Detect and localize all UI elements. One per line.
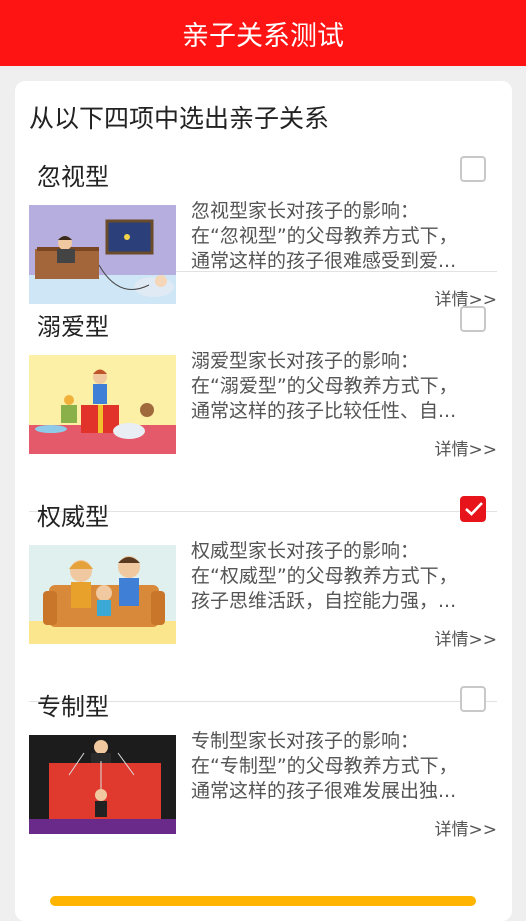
authoritarian-illustration — [29, 735, 176, 834]
page-title: 亲子关系测试 — [182, 20, 344, 52]
top-bar: 亲子关系测试 — [0, 0, 526, 66]
option-description: 专制型家长对孩子的影响： 在“专制型”的父母教养方式下， 通常这样的孩子很难发展… — [191, 730, 458, 802]
details-link[interactable]: 详情>> — [435, 815, 498, 840]
option-description: 权威型家长对孩子的影响： 在“权威型”的父母教养方式下， 孩子思维活跃，自控能力… — [191, 540, 458, 612]
option-title: 忽视型 — [37, 163, 109, 191]
option-authoritarian[interactable]: 专制型 专制型家长对孩子的影响： 在“专制型”的父母教养方式下， 通常这样的孩子… — [29, 686, 498, 891]
option-checkbox[interactable] — [460, 496, 486, 522]
neglect-illustration — [29, 205, 176, 304]
authoritative-illustration — [29, 545, 176, 644]
option-authoritative[interactable]: 权威型 权威型家长对孩子的影响： 在“权威型”的父母教养方式下， 孩子思维活跃，… — [29, 496, 498, 702]
details-link[interactable]: 详情>> — [435, 435, 498, 460]
option-checkbox[interactable] — [460, 156, 486, 182]
check-icon — [465, 502, 483, 516]
option-title: 专制型 — [37, 693, 109, 721]
option-description: 忽视型家长对孩子的影响： 在“忽视型”的父母教养方式下， 通常这样的孩子很难感受… — [191, 200, 458, 272]
question-card: 从以下四项中选出亲子关系 忽视型 忽视型家长对孩子的影响： 在“忽视型”的父母教… — [15, 81, 512, 921]
option-checkbox[interactable] — [460, 306, 486, 332]
spoil-illustration — [29, 355, 176, 454]
option-title: 溺爱型 — [37, 313, 109, 341]
option-description: 溺爱型家长对孩子的影响： 在“溺爱型”的父母教养方式下， 通常这样的孩子比较任性… — [191, 350, 458, 422]
details-link[interactable]: 详情>> — [435, 625, 498, 650]
option-title: 权威型 — [37, 503, 109, 531]
option-neglect[interactable]: 忽视型 忽视型家长对孩子的影响： 在“忽视型”的父母教养方式下， 通常这样的孩子 — [29, 81, 497, 310]
option-spoil[interactable]: 溺爱型 溺爱型家长对孩子的影响： 在“溺爱型”的父母教养方式下， 通常这样的孩子 — [29, 306, 498, 512]
option-checkbox[interactable] — [460, 686, 486, 712]
submit-button[interactable] — [50, 896, 476, 906]
